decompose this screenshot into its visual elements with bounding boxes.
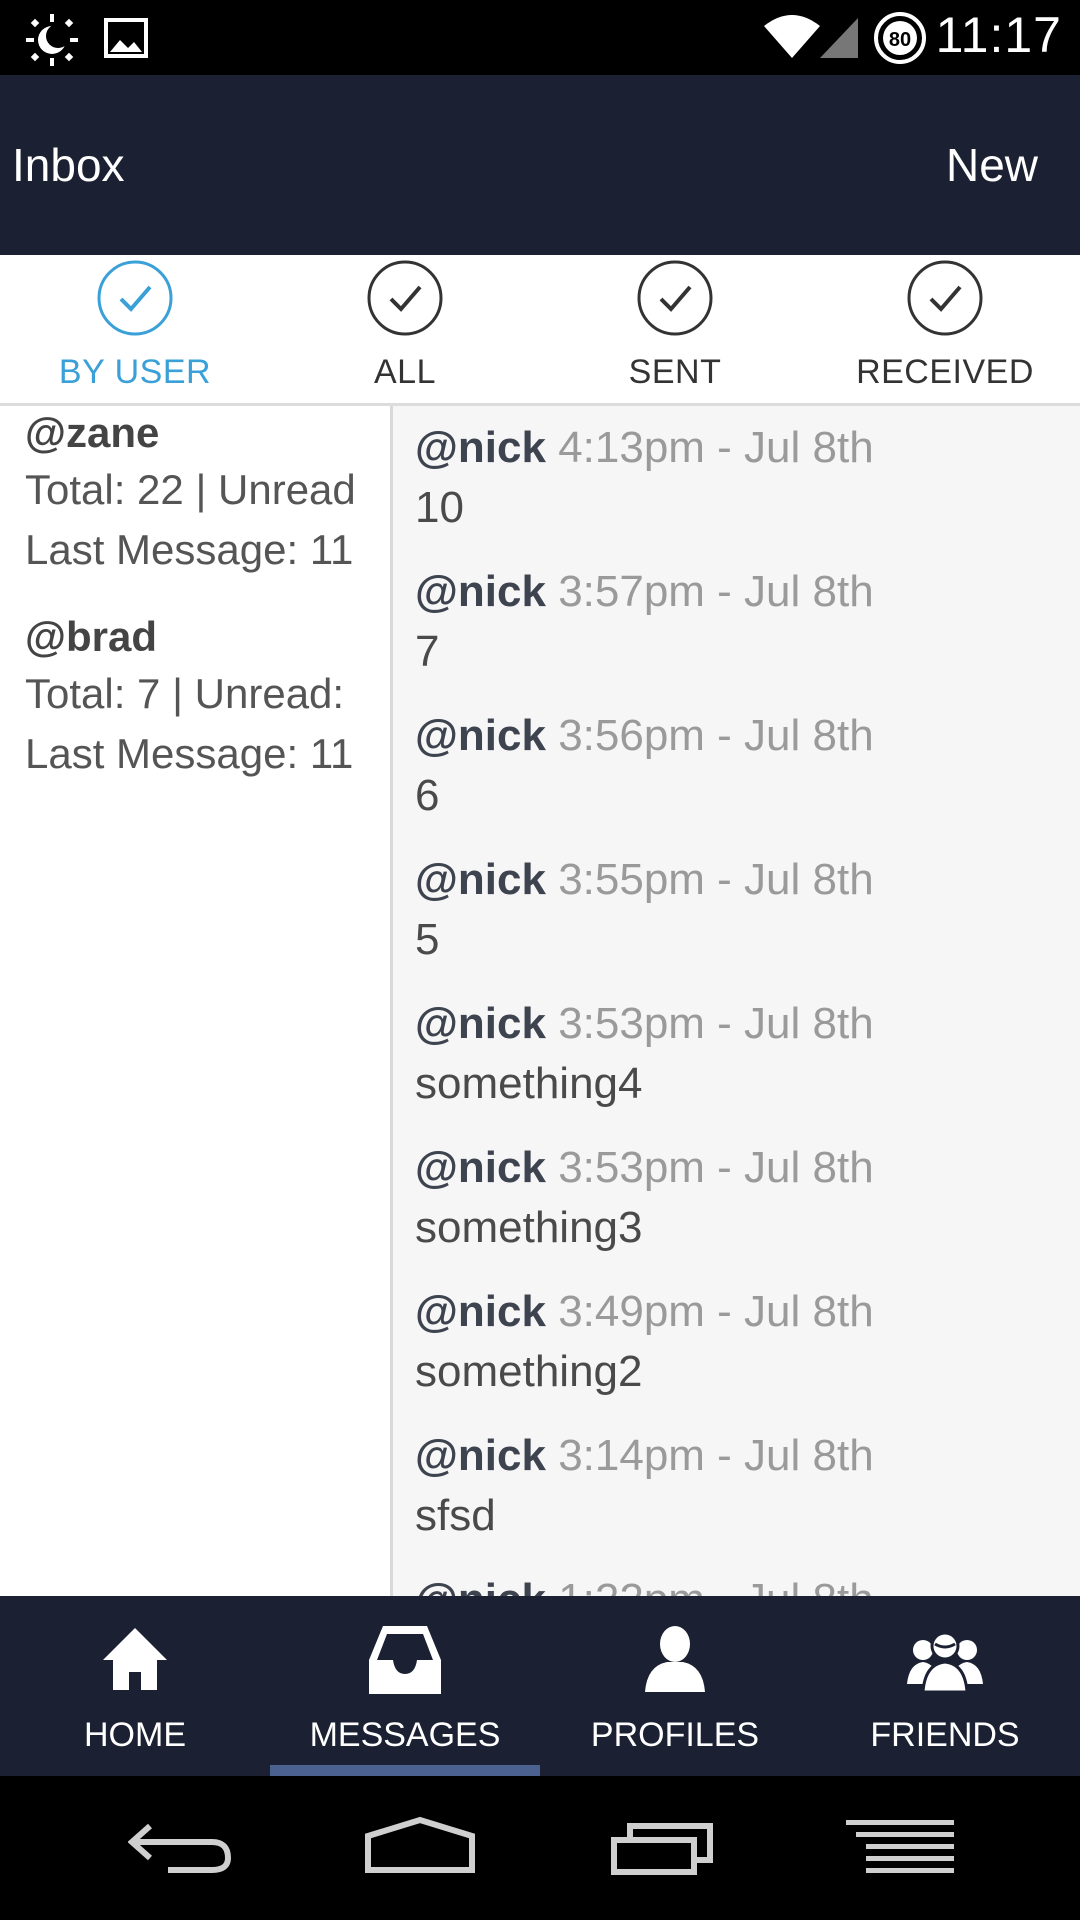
- user-list-item[interactable]: @zane Total: 22 | Unread Last Message: 1…: [25, 406, 390, 580]
- message-sender: @nick: [415, 999, 546, 1048]
- message-body: something4: [415, 1059, 643, 1108]
- message-body: 5: [415, 915, 440, 964]
- person-icon: [645, 1626, 705, 1692]
- home-icon: [103, 1628, 167, 1690]
- filter-label: ALL: [374, 353, 436, 391]
- nav-label: HOME: [84, 1716, 186, 1754]
- message-sender: @nick: [415, 567, 546, 616]
- user-list-item[interactable]: @brad Total: 7 | Unread: Last Message: 1…: [25, 610, 390, 784]
- filter-all[interactable]: ALL: [270, 255, 540, 403]
- nav-label: FRIENDS: [870, 1716, 1020, 1754]
- nav-friends[interactable]: FRIENDS: [810, 1596, 1080, 1776]
- message-item[interactable]: @nick 3:14pm - Jul 8th sfsd: [415, 1426, 1075, 1546]
- message-time: 4:13pm - Jul 8th: [558, 423, 874, 472]
- filter-tabs: BY USER ALL SENT RECEIVED: [0, 255, 1080, 406]
- nav-label: PROFILES: [590, 1716, 760, 1754]
- message-time: 3:56pm - Jul 8th: [558, 711, 874, 760]
- user-name: @brad: [25, 613, 157, 660]
- recent-apps-icon[interactable]: [610, 1816, 716, 1876]
- message-time: 3:49pm - Jul 8th: [558, 1287, 874, 1336]
- message-body: something2: [415, 1347, 643, 1396]
- user-totals: Total: 22 | Unread: [25, 466, 356, 513]
- message-sender: @nick: [415, 1287, 546, 1336]
- user-last-message: Last Message: 11: [25, 730, 354, 777]
- check-circle-icon: [367, 260, 443, 336]
- image-icon: [104, 18, 148, 58]
- message-sender: @nick: [415, 855, 546, 904]
- group-icon: [907, 1631, 983, 1694]
- message-body: sfsd: [415, 1491, 496, 1540]
- status-bar: 80 11:17: [0, 0, 1080, 75]
- battery-level: 80: [889, 29, 911, 51]
- message-time: 3:53pm - Jul 8th: [558, 999, 874, 1048]
- bottom-nav: HOME MESSAGES PROFILES FRIENDS: [0, 1596, 1080, 1776]
- clock: 11:17: [935, 7, 1062, 63]
- app-header: Inbox New: [0, 75, 1080, 255]
- home-button-icon[interactable]: [364, 1816, 476, 1876]
- filter-by-user[interactable]: BY USER: [0, 255, 270, 403]
- menu-icon[interactable]: [844, 1816, 956, 1876]
- filter-sent[interactable]: SENT: [540, 255, 810, 403]
- nav-home[interactable]: HOME: [0, 1596, 270, 1776]
- message-item[interactable]: @nick 3:53pm - Jul 8th something3: [415, 1138, 1075, 1258]
- message-body: 6: [415, 771, 440, 820]
- message-body: something3: [415, 1203, 643, 1252]
- user-list: @zane Total: 22 | Unread Last Message: 1…: [0, 406, 390, 1596]
- signal-icon: [820, 18, 858, 58]
- filter-received[interactable]: RECEIVED: [810, 255, 1080, 403]
- nav-label: MESSAGES: [309, 1716, 501, 1754]
- message-item[interactable]: @nick 3:55pm - Jul 8th 5: [415, 850, 1075, 970]
- filter-label: SENT: [628, 353, 722, 391]
- message-sender: @nick: [415, 1143, 546, 1192]
- message-sender: @nick: [415, 423, 546, 472]
- message-sender: @nick: [415, 711, 546, 760]
- check-circle-icon: [907, 260, 983, 336]
- user-last-message: Last Message: 11: [25, 526, 354, 573]
- message-time: 3:14pm - Jul 8th: [558, 1431, 874, 1480]
- message-item[interactable]: @nick 3:53pm - Jul 8th something4: [415, 994, 1075, 1114]
- message-item[interactable]: @nick 3:57pm - Jul 8th 7: [415, 562, 1075, 682]
- page-title: Inbox: [12, 139, 125, 191]
- brightness-icon: [26, 14, 78, 66]
- message-sender: @nick: [415, 1431, 546, 1480]
- new-message-button[interactable]: New: [946, 75, 1038, 255]
- nav-messages[interactable]: MESSAGES: [270, 1596, 540, 1776]
- filter-label: RECEIVED: [856, 353, 1034, 391]
- filter-label: BY USER: [58, 353, 212, 391]
- message-sender: @nick: [415, 1575, 546, 1596]
- message-time: 3:57pm - Jul 8th: [558, 567, 874, 616]
- user-totals: Total: 7 | Unread:: [25, 670, 345, 717]
- wifi-icon: [764, 15, 820, 58]
- system-nav-bar: [0, 1776, 1080, 1920]
- message-list: @nick 4:13pm - Jul 8th 10 @nick 3:57pm -…: [393, 406, 1080, 1596]
- back-icon[interactable]: [128, 1816, 232, 1876]
- inbox-icon: [369, 1626, 441, 1694]
- message-item[interactable]: @nick 4:13pm - Jul 8th 10: [415, 418, 1075, 538]
- message-item[interactable]: @nick 3:56pm - Jul 8th 6: [415, 706, 1075, 826]
- battery-icon: 80: [874, 12, 926, 64]
- check-circle-icon: [97, 260, 173, 336]
- message-time: 3:53pm - Jul 8th: [558, 1143, 874, 1192]
- check-circle-icon: [637, 260, 713, 336]
- nav-profiles[interactable]: PROFILES: [540, 1596, 810, 1776]
- message-time: 3:55pm - Jul 8th: [558, 855, 874, 904]
- message-body: 10: [415, 483, 464, 532]
- message-time: 1:22pm - Jul 8th: [558, 1575, 874, 1596]
- user-name: @zane: [25, 409, 160, 456]
- active-tab-indicator: [270, 1765, 540, 1776]
- message-item[interactable]: @nick 1:22pm - Jul 8th: [415, 1570, 1075, 1596]
- message-item[interactable]: @nick 3:49pm - Jul 8th something2: [415, 1282, 1075, 1402]
- message-body: 7: [415, 627, 440, 676]
